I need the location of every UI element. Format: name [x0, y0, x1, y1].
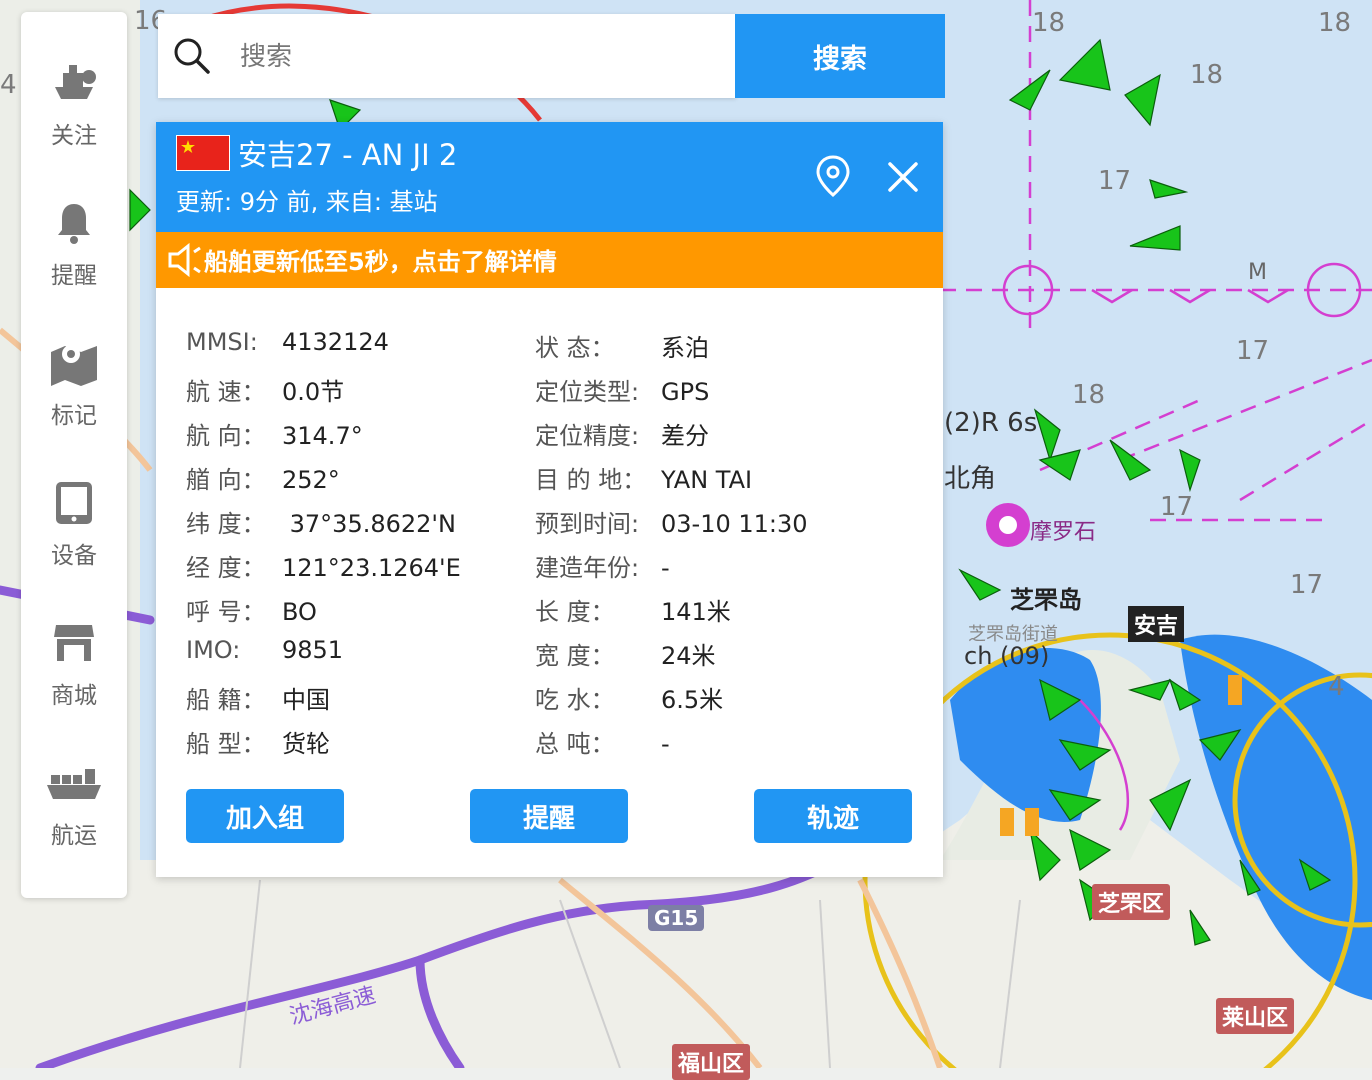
detail-imo: IMO: 9851	[186, 636, 344, 664]
detail-callsign: 呼 号： BO	[186, 598, 317, 626]
depth-label: 18	[1190, 60, 1224, 90]
detail-speed: 航 速： 0.0节	[186, 378, 345, 406]
sidebar-item-label: 提醒	[51, 263, 97, 289]
map-marker-icon	[44, 334, 104, 392]
bell-icon	[44, 194, 104, 252]
ship-follow-icon	[44, 54, 104, 112]
depth-label: 17	[1160, 492, 1194, 522]
search-bar	[158, 14, 736, 98]
detail-eta: 预到时间: 03-10 11:30	[535, 510, 808, 538]
add-group-button[interactable]: 加入组	[186, 789, 344, 843]
map-mark-m: M	[1248, 260, 1267, 285]
sidebar-item-store[interactable]: 商城	[21, 614, 127, 710]
cargo-ship-icon	[44, 754, 104, 812]
depth-label: 18	[1032, 8, 1066, 38]
track-button[interactable]: 轨迹	[754, 789, 912, 843]
sidebar-item-device[interactable]: 设备	[21, 474, 127, 570]
ship-map-label[interactable]: 安吉	[1128, 606, 1185, 642]
detail-heading: 艏 向： 252°	[186, 466, 340, 494]
detail-latitude: 纬 度： 37°35.8622'N	[186, 510, 456, 538]
detail-width: 宽 度： 24米	[535, 642, 716, 670]
sidebar-item-shipping[interactable]: 航运	[21, 754, 127, 850]
sidebar-item-follow[interactable]: 关注	[21, 54, 127, 150]
detail-course: 航 向： 314.7°	[186, 422, 363, 450]
depth-label: 17	[1290, 570, 1324, 600]
sidebar-item-mark[interactable]: 标记	[21, 334, 127, 430]
detail-ship-type: 船 型： 货轮	[186, 730, 330, 758]
depth-label: 4	[1328, 672, 1345, 702]
store-icon	[44, 614, 104, 672]
sidebar-item-label: 关注	[51, 123, 97, 149]
sidebar: 关注 提醒 标记 设备 商城 航运	[21, 12, 127, 898]
update-notice-banner[interactable]: 船舶更新低至5秒，点击了解详情	[156, 232, 943, 288]
detail-longitude: 经 度： 121°23.1264'E	[186, 554, 461, 582]
sidebar-item-label: 设备	[51, 543, 97, 569]
district-label: 芝罘区	[1092, 884, 1171, 920]
sidebar-item-label: 航运	[51, 823, 97, 849]
channel-label: ch (09)	[964, 642, 1050, 670]
detail-draught: 吃 水： 6.5米	[535, 686, 724, 714]
island-label: 芝罘岛	[1010, 586, 1082, 614]
depth-label: 18	[1072, 380, 1106, 410]
locate-pin-icon[interactable]	[814, 154, 852, 198]
detail-status: 状 态： 系泊	[535, 334, 709, 362]
notice-text: 船舶更新低至5秒，点击了解详情	[204, 248, 557, 276]
district-label: 福山区	[672, 1044, 751, 1080]
detail-flag: 船 籍： 中国	[186, 686, 330, 714]
cape-label: 北角	[944, 464, 997, 494]
depth-label: 17	[1098, 166, 1132, 196]
speaker-icon	[168, 242, 201, 278]
detail-length: 长 度： 141米	[535, 598, 731, 626]
sidebar-item-label: 标记	[51, 403, 97, 429]
rock-label: 摩罗石	[1030, 520, 1097, 545]
remind-button[interactable]: 提醒	[470, 789, 628, 843]
district-label: 莱山区	[1216, 998, 1295, 1034]
detail-position-accuracy: 定位精度: 差分	[535, 422, 709, 450]
ship-info-panel: 安吉27 - AN JI 2 更新: 9分 前, 来自: 基站 船舶更新低至5秒…	[156, 122, 943, 877]
ship-name: 安吉27 - AN JI 2	[238, 138, 458, 172]
ship-update-info: 更新: 9分 前, 来自: 基站	[176, 188, 438, 216]
tablet-icon	[44, 474, 104, 532]
search-input[interactable]	[238, 34, 702, 80]
detail-gross-tonnage: 总 吨： -	[535, 730, 670, 758]
sidebar-item-remind[interactable]: 提醒	[21, 194, 127, 290]
depth-label: 4	[0, 70, 17, 100]
search-button[interactable]: 搜索	[735, 14, 945, 98]
highway-shield: G15	[648, 905, 705, 931]
sidebar-item-label: 商城	[51, 683, 97, 709]
light-label: (2)R 6s	[944, 408, 1038, 438]
detail-destination: 目 的 地： YAN TAI	[535, 466, 753, 494]
close-icon[interactable]	[882, 156, 924, 198]
detail-mmsi: MMSI: 4132124	[186, 328, 389, 356]
china-flag-icon	[176, 135, 230, 171]
detail-position-type: 定位类型: GPS	[535, 378, 710, 406]
ship-info-header: 安吉27 - AN JI 2 更新: 9分 前, 来自: 基站	[156, 122, 943, 232]
depth-label: 18	[1318, 8, 1352, 38]
search-icon[interactable]	[172, 36, 212, 76]
detail-build-year: 建造年份: -	[535, 554, 670, 582]
depth-label: 17	[1236, 336, 1270, 366]
